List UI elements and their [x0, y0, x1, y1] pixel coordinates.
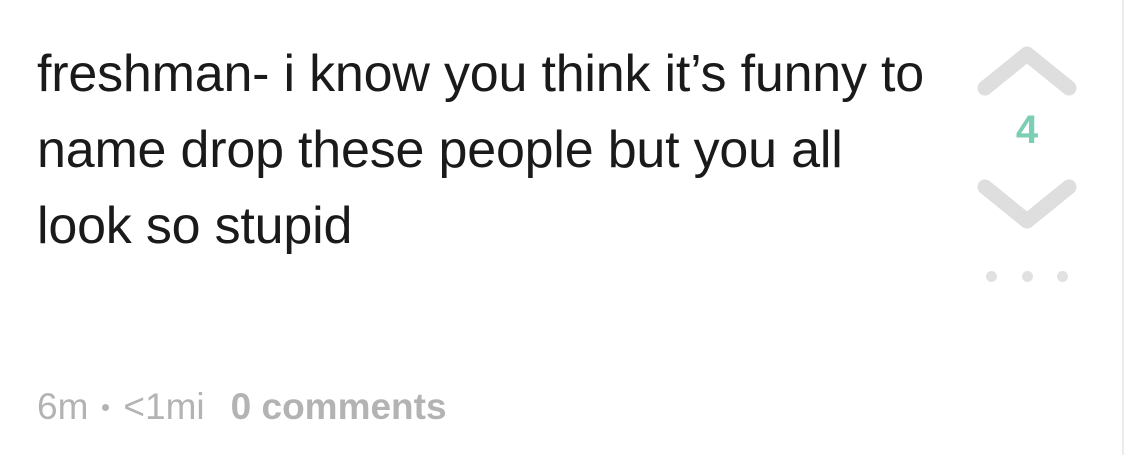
post-distance: <1mi: [123, 386, 205, 427]
comments-count[interactable]: 0 comments: [231, 386, 447, 428]
more-options-button[interactable]: [986, 268, 1068, 284]
chevron-down-icon: [977, 179, 1077, 229]
ellipsis-icon: [1021, 270, 1033, 282]
ellipsis-icon: [986, 270, 997, 282]
post-text: freshman- i know you think it’s funny to…: [37, 45, 925, 255]
upvote-button[interactable]: [975, 40, 1079, 100]
vote-controls: 4: [975, 30, 1079, 290]
chevron-up-icon: [977, 46, 1077, 96]
dot-separator: [102, 403, 110, 411]
post-meta: 6m <1mi 0 comments: [37, 386, 447, 428]
downvote-button[interactable]: [975, 175, 1079, 235]
post-age: 6m: [37, 386, 89, 427]
ellipsis-icon: [1057, 270, 1068, 282]
vote-score: 4: [1015, 108, 1039, 152]
post-card[interactable]: freshman- i know you think it’s funny to…: [0, 0, 1124, 455]
